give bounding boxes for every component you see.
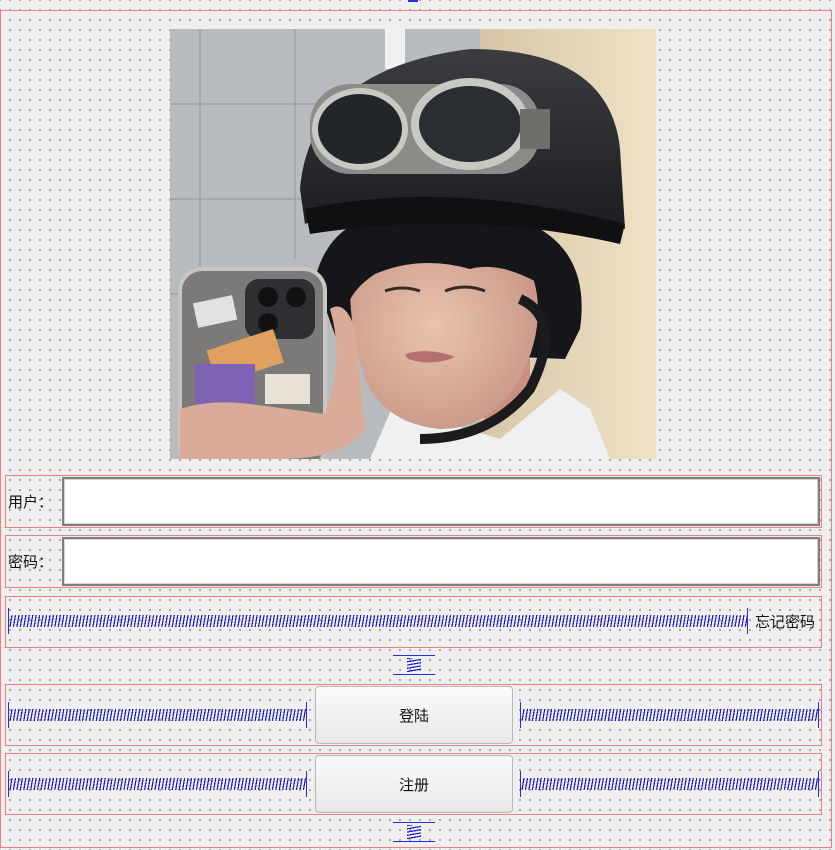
register-button[interactable]: 注册 xyxy=(315,755,513,813)
spring-spacer-icon xyxy=(520,771,819,797)
spring-spacer-icon xyxy=(8,771,307,797)
spring-spacer-icon xyxy=(520,702,819,728)
spring-spacer-icon xyxy=(8,702,307,728)
password-label: 密码： xyxy=(8,553,54,571)
top-spacer-marker xyxy=(408,0,418,2)
spring-spacer-icon xyxy=(8,608,748,634)
avatar-photo xyxy=(170,29,656,459)
login-button[interactable]: 登陆 xyxy=(315,686,513,744)
spring-spacer-icon xyxy=(393,655,435,675)
password-input[interactable] xyxy=(62,537,820,586)
spring-spacer-icon xyxy=(393,822,435,842)
user-label: 用户： xyxy=(8,493,54,511)
forgot-password-link[interactable]: 忘记密码 xyxy=(755,613,815,631)
username-input[interactable] xyxy=(62,477,820,526)
